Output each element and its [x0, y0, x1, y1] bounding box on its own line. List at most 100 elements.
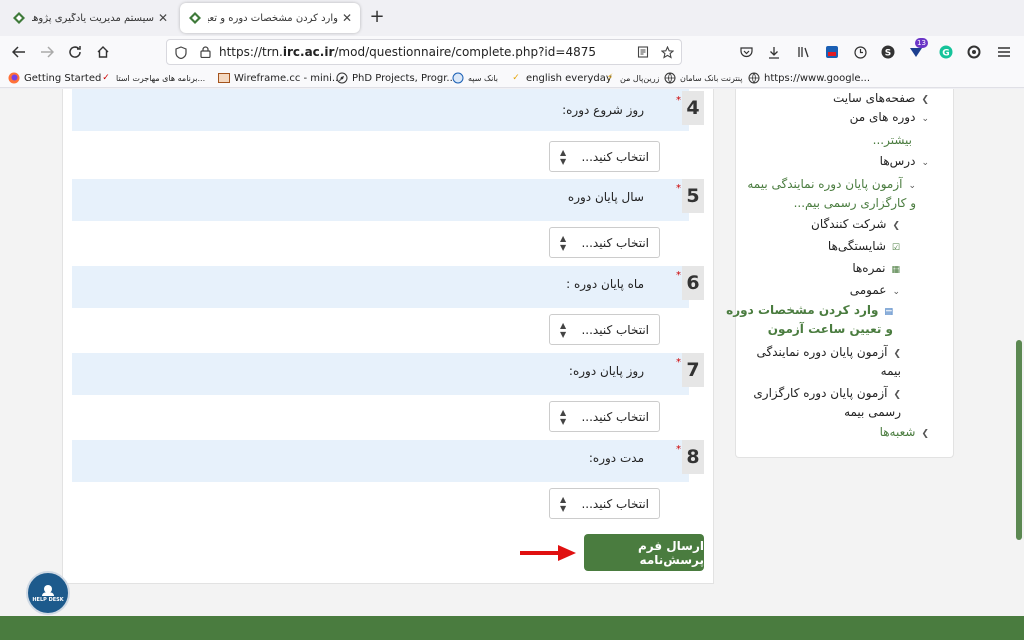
close-icon[interactable]: ✕	[338, 11, 356, 25]
bookmark-icon: ✓	[102, 73, 110, 83]
submit-questionnaire-button[interactable]: ارسال فرم پرسش‌نامه	[584, 534, 704, 571]
required-mark: *	[676, 183, 681, 194]
extension-translate-icon[interactable]	[822, 42, 842, 62]
reader-view-icon[interactable]	[633, 42, 653, 62]
irc-logo-icon	[12, 11, 26, 25]
question-4-select[interactable]: انتخاب کنید... ▲ ▼	[549, 141, 660, 172]
nav-participants[interactable]: ❯ شرکت کنندگان	[811, 215, 900, 236]
select-arrows-icon: ▲ ▼	[560, 407, 567, 426]
extension-badge-icon[interactable]: 13	[906, 38, 928, 62]
svg-text:S: S	[885, 49, 891, 59]
bookmark-phd-projects[interactable]: PhD Projects, Progr...	[336, 70, 456, 86]
pocket-icon[interactable]	[736, 42, 756, 62]
page-content: روز شروع دوره: * 4 انتخاب کنید... ▲ ▼ سال…	[0, 89, 1024, 640]
nav-general[interactable]: ⌄ عمومی	[850, 281, 900, 302]
nav-branches[interactable]: ❯ شعبه‌ها	[880, 423, 929, 444]
chevron-right-icon: ❯	[921, 429, 929, 439]
navigation-bar: https://trn.irc.ac.ir/mod/questionnaire/…	[0, 36, 1024, 68]
table-icon: ▦	[891, 265, 900, 275]
question-8-select[interactable]: انتخاب کنید... ▲ ▼	[549, 488, 660, 519]
star-icon[interactable]	[657, 42, 677, 62]
question-number: 7	[682, 353, 704, 387]
bookmark-saman-bank[interactable]: پنترنت بانک سامان	[664, 70, 742, 86]
bookmarks-bar: Getting Started ✓ برنامه های مهاجرت استا…	[0, 68, 1024, 88]
nav-label: دوره های من	[849, 110, 916, 124]
required-mark: *	[676, 95, 681, 106]
nav-exam-broker[interactable]: ❯آزمون پایان دوره کارگزاری	[753, 384, 901, 405]
back-arrow-icon[interactable]	[8, 41, 30, 63]
nav-my-courses[interactable]: ⌄ دوره های من	[850, 108, 929, 129]
nav-more-link[interactable]: بیشتر...	[873, 131, 912, 150]
select-value: انتخاب کنید...	[581, 496, 649, 511]
menu-icon[interactable]	[994, 42, 1014, 62]
chevron-down-icon: ⌄	[921, 158, 929, 168]
question-4-header: روز شروع دوره:	[72, 89, 689, 131]
page-footer	[0, 616, 1024, 640]
checkbox-icon: ☑	[891, 243, 900, 253]
nav-label: درس‌ها	[879, 154, 916, 168]
nav-lessons[interactable]: ⌄ درس‌ها	[880, 152, 929, 173]
bookmark-label: پنترنت بانک سامان	[680, 73, 743, 83]
nav-exam-course-line2[interactable]: و کارگزاری رسمی بیم...	[794, 194, 916, 213]
bookmark-english-everyday[interactable]: ✓ english everyday	[510, 70, 612, 86]
question-number: 6	[682, 266, 704, 300]
library-icon[interactable]	[794, 42, 814, 62]
zarinpal-icon: ⚡	[606, 73, 614, 83]
help-desk-button[interactable]: HELP DESK	[26, 571, 70, 615]
nav-current-activity-line2[interactable]: و تعیین ساعت آزمون	[768, 320, 893, 339]
forward-arrow-icon[interactable]	[36, 41, 58, 63]
bookmark-migration[interactable]: ✓ برنامه های مهاجرت استا...	[100, 70, 205, 86]
select-value: انتخاب کنید...	[581, 409, 649, 424]
tab-title: وارد کردن مشخصات دوره و تعیین ساعت	[208, 12, 338, 24]
lock-icon[interactable]	[195, 42, 215, 62]
clock-icon[interactable]	[850, 42, 870, 62]
check-icon: ✓	[512, 73, 520, 83]
bookmark-bank-sepah[interactable]: بانک سپه	[452, 70, 498, 86]
nav-site-pages[interactable]: ❯صفحه‌های سایت	[833, 89, 929, 110]
reload-icon[interactable]	[64, 41, 86, 63]
headset-icon	[42, 585, 54, 596]
question-number: 4	[682, 91, 704, 125]
sync-extension-icon[interactable]	[964, 42, 984, 62]
bookmark-getting-started[interactable]: Getting Started	[8, 70, 101, 86]
bookmark-label: بانک سپه	[468, 73, 498, 83]
new-tab-button[interactable]: +	[366, 6, 388, 30]
tab-lms-home[interactable]: سیستم مدیریت یادگیری پژوهشکده بیمه ✕	[4, 3, 176, 33]
question-5-select[interactable]: انتخاب کنید... ▲ ▼	[549, 227, 660, 258]
bookmark-label: english everyday	[526, 72, 612, 84]
url-text[interactable]: https://trn.irc.ac.ir/mod/questionnaire/…	[219, 45, 629, 59]
shield-icon[interactable]	[171, 42, 191, 62]
url-prefix: https://trn.	[219, 45, 283, 59]
bookmark-wireframe[interactable]: Wireframe.cc - mini...	[218, 70, 341, 86]
select-value: انتخاب کنید...	[581, 322, 649, 337]
scrollbar[interactable]	[1016, 340, 1022, 540]
nav-grades[interactable]: ▦ نمره‌ها	[852, 259, 900, 280]
nav-label: نمره‌ها	[852, 261, 886, 275]
dollar-extension-icon[interactable]: S	[878, 42, 898, 62]
bookmark-zarinpal[interactable]: ⚡ زرین‌پال من	[604, 70, 660, 86]
chevron-down-icon: ⌄	[921, 114, 929, 124]
question-7-header: روز پایان دوره:	[72, 353, 689, 395]
question-5-header: سال پایان دوره	[72, 179, 689, 221]
nav-competencies[interactable]: ☑ شایستگی‌ها	[828, 237, 900, 258]
download-icon[interactable]	[764, 42, 784, 62]
select-value: انتخاب کنید...	[581, 235, 649, 250]
nav-exam-agency-line2[interactable]: بیمه	[881, 362, 901, 381]
url-bar[interactable]: https://trn.irc.ac.ir/mod/questionnaire/…	[166, 39, 682, 65]
nav-exam-agency[interactable]: ❯آزمون پایان دوره نمایندگی	[757, 343, 902, 364]
tab-questionnaire[interactable]: وارد کردن مشخصات دوره و تعیین ساعت ✕	[180, 3, 360, 33]
question-7-select[interactable]: انتخاب کنید... ▲ ▼	[549, 401, 660, 432]
nav-exam-course[interactable]: ⌄آزمون پایان دوره نمایندگی بیمه	[747, 175, 916, 196]
url-domain: irc.ac.ir	[282, 45, 335, 59]
nav-label: شعبه‌ها	[879, 425, 916, 439]
chevron-down-icon: ⌄	[892, 287, 900, 297]
grammarly-icon[interactable]: G	[936, 42, 956, 62]
bookmark-google[interactable]: https://www.google...	[748, 70, 870, 86]
nav-exam-broker-line2[interactable]: رسمی بیمه	[844, 403, 901, 422]
nav-current-activity[interactable]: ▤وارد کردن مشخصات دوره	[726, 301, 893, 322]
close-icon[interactable]: ✕	[154, 11, 172, 25]
home-icon[interactable]	[92, 41, 114, 63]
question-6-header: ماه پایان دوره :	[72, 266, 689, 308]
bookmark-label: https://www.google...	[764, 72, 871, 84]
question-6-select[interactable]: انتخاب کنید... ▲ ▼	[549, 314, 660, 345]
